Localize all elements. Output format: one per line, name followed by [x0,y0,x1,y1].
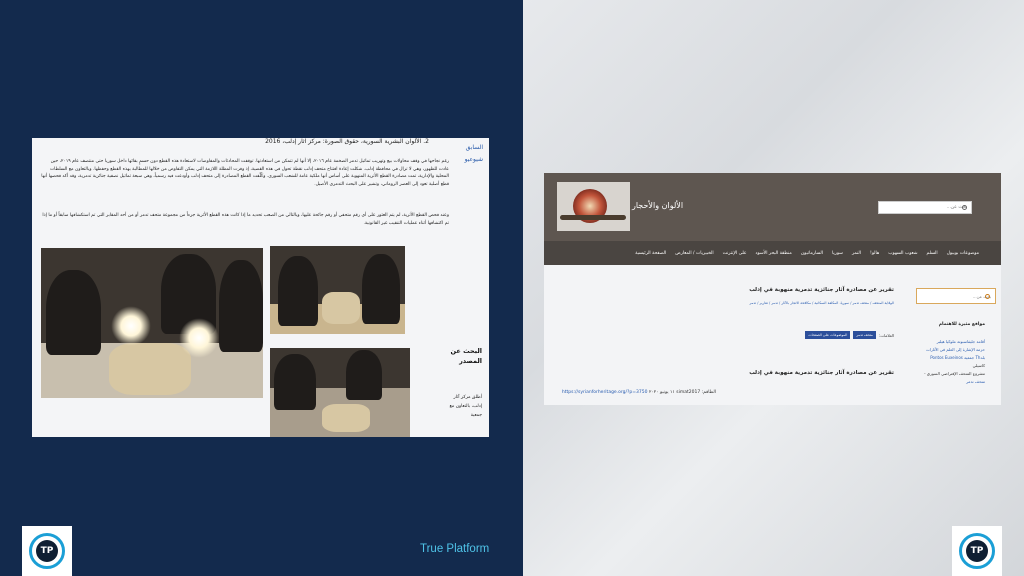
main-nav: موضوعات بوبيول السلم شعوب السهوب هالو! ا… [544,241,1001,265]
search-icon[interactable] [962,205,967,210]
nav-item-online[interactable]: على الإنترنت [723,251,747,256]
section-text: أطلق مركز آثار إدلب، بالتعاون مع جمعية [449,395,482,418]
photo-bottom-right [270,348,410,437]
logo-letters: TP [36,540,58,562]
brand-logo-right: TP [952,526,1002,576]
article-paragraph-2: وعند فحص القطع الأثرية، لم يتم العثور عل… [42,213,449,226]
brand-logo-left: TP [22,526,72,576]
nav-item-peace[interactable]: السلم [926,251,937,256]
tag-palmyra-museum[interactable]: متحف تدمر [853,331,876,339]
side-link-next[interactable]: شيوعيو [465,154,483,166]
article-screenshot: 2. الألوان البشرية السورية، حقوق الصورة:… [32,138,489,437]
section-heading: البحث عن المصدر [450,347,482,365]
photo-top-right [270,246,405,334]
post-author[interactable]: الطاقم: simat2017 [676,390,716,395]
header-search-input[interactable]: بحث عن... [878,201,972,214]
site-logo[interactable] [557,182,630,231]
tag-topics[interactable]: الموضوعات على الصفحات [805,331,851,339]
nav-item-syria[interactable]: سوريا [832,251,843,256]
nav-item-steppe-peoples[interactable]: شعوب السهوب [888,251,917,256]
post-title-repeat[interactable]: تقرير عن مصادرة آثار جنائزية تدمرية منهو… [749,370,894,376]
post-title[interactable]: تقرير عن مصادرة آثار جنائزية تدمرية منهو… [749,287,894,293]
tags-label: العلامات: [878,332,894,338]
nav-item-hello[interactable]: هالو! [870,251,879,256]
search-icon[interactable] [985,294,990,299]
article-paragraph-1: رغم نجاحها في وقف محاولات بيع وتهريب تما… [41,159,449,187]
sidebar-text: كاسيلي [972,363,985,368]
sidebar-link[interactable]: متحف تدمر [913,378,985,386]
website-screenshot: الألوان والأحجار بحث عن... موضوعات بوبيو… [544,173,1001,405]
nav-item-exhibitions[interactable]: الخبيريات / المعارض [675,251,713,256]
nav-item-tiger[interactable]: النمر [852,251,861,256]
post-date: ١١ يونيو ٢٠٢٠ [648,390,675,395]
side-links: السابق شيوعيو [465,142,483,166]
sidebar-text: مشروع المتحف الإفتراضي السوري - [924,371,985,376]
brand-name: True Platform [420,543,490,555]
post-meta: الطاقم: simat2017 ١١ يونيو ٢٠٢٠ https://… [562,390,716,395]
post-tags: العلامات: متحف تدمر الموضوعات على الصفحا… [805,331,894,339]
image-caption: 2. الألوان البشرية السورية، حقوق الصورة:… [265,138,429,145]
logo-letters: TP [966,540,988,562]
nav-item-topics[interactable]: موضوعات بوبيول [947,251,979,256]
post-categories[interactable]: الوقاية المتحف / متحف تدمر / سوريا، المك… [750,301,895,305]
sidebar-links: أقامة جليفاسبوتة ملوكيا هيلبر حزمة الإشا… [913,338,985,386]
sidebar-link[interactable]: أقامة جليفاسبوتة ملوكيا هيلبر [913,338,985,346]
nav-item-home[interactable]: الصفحة الرئيسية [635,251,666,256]
site-header: الألوان والأحجار بحث عن... [544,173,1001,241]
nav-item-black-sea[interactable]: منطقة البحر الأسود [756,251,792,256]
sidebar-link[interactable]: بلدTh جمعية Pontos Euxeinos [913,354,985,362]
side-link-previous[interactable]: السابق [465,142,483,154]
site-name[interactable]: الألوان والأحجار [632,201,683,210]
sidebar-link[interactable]: حزمة الإشارة إلى العلم في الآثارات [913,346,985,354]
photo-large [41,248,263,398]
sidebar-search-input[interactable]: بحث عن... [916,288,996,304]
post-shortlink[interactable]: https://syrianforheritage.org/?p=3750 [562,390,648,395]
nav-item-sarmatians[interactable]: السارماتيون [801,251,823,256]
sidebar-heading: مواقع مثيرة للاهتمام [938,322,985,327]
